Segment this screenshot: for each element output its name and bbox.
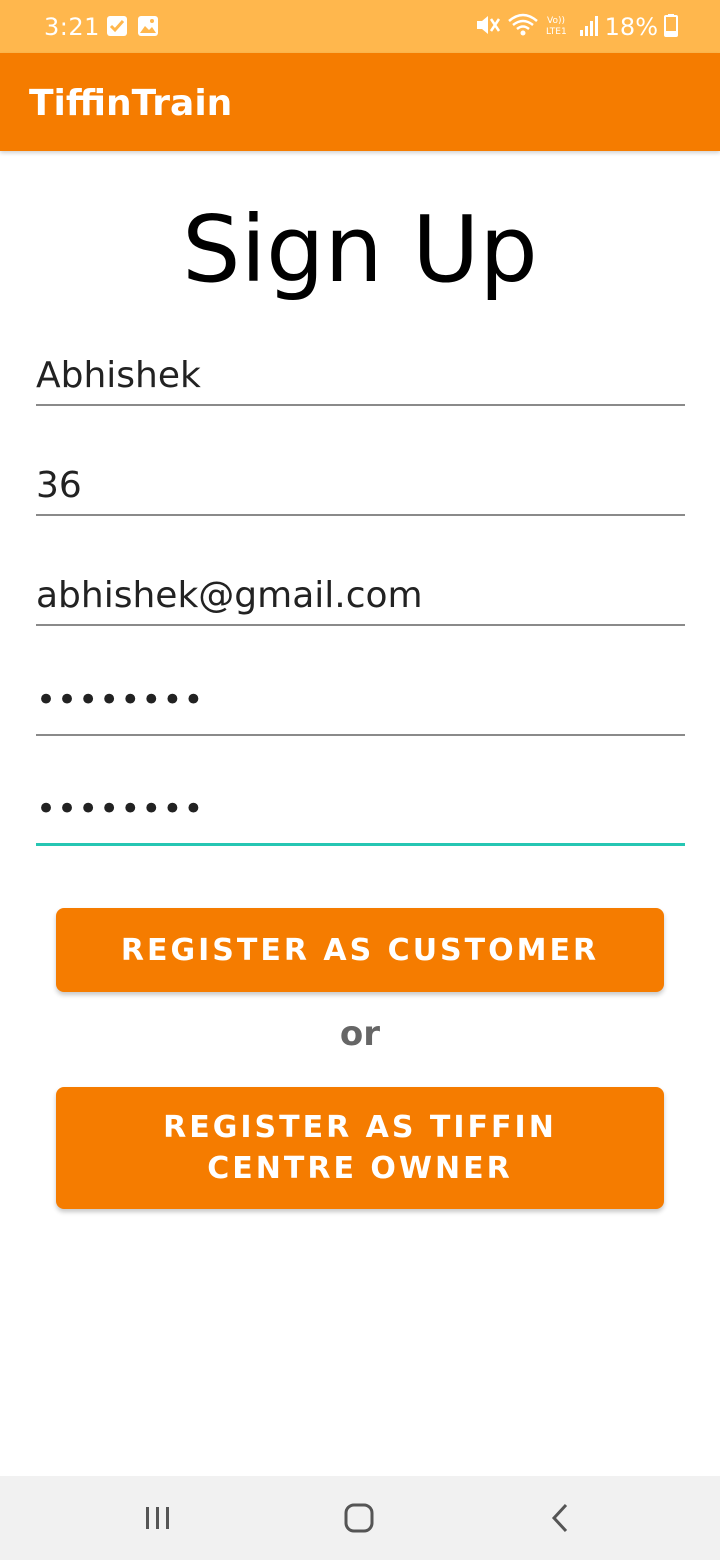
register-owner-label: REGISTER AS TIFFIN CENTRE OWNER xyxy=(163,1110,557,1186)
wifi-icon xyxy=(507,13,539,41)
confirm-password-field[interactable]: •••••••• xyxy=(36,776,685,846)
volte-lte-icon: Vo)) LTE1 xyxy=(545,13,573,41)
password-field[interactable]: •••••••• xyxy=(36,666,685,736)
age-field[interactable]: 36 xyxy=(36,446,685,516)
status-bar: 3:21 Vo)) LTE1 18% xyxy=(0,0,720,53)
page-title: Sign Up xyxy=(182,196,538,303)
battery-icon xyxy=(664,13,678,41)
back-icon[interactable] xyxy=(538,1496,582,1540)
mute-icon xyxy=(475,13,501,41)
or-separator: or xyxy=(339,1014,381,1054)
status-right-group: Vo)) LTE1 18% xyxy=(475,13,678,41)
app-bar: TiffinTrain xyxy=(0,53,720,151)
navigation-bar xyxy=(0,1476,720,1560)
email-field[interactable]: abhishek@gmail.com xyxy=(36,556,685,626)
register-customer-label: REGISTER AS CUSTOMER xyxy=(120,932,600,968)
password-field-value: •••••••• xyxy=(36,680,205,720)
battery-percent: 18% xyxy=(604,13,658,41)
svg-text:Vo)): Vo)) xyxy=(547,16,565,26)
image-notification-icon xyxy=(137,15,159,37)
screen: 3:21 Vo)) LTE1 18% TiffinTrain Sign Up A… xyxy=(0,0,720,1560)
email-field-value: abhishek@gmail.com xyxy=(36,575,423,616)
app-title: TiffinTrain xyxy=(29,83,233,124)
age-field-value: 36 xyxy=(36,465,82,506)
confirm-password-field-value: •••••••• xyxy=(36,789,205,829)
name-field-value: Abhishek xyxy=(36,355,201,396)
status-time: 3:21 xyxy=(44,13,100,41)
recent-apps-icon[interactable] xyxy=(136,1496,180,1540)
svg-text:LTE1: LTE1 xyxy=(546,27,567,37)
signal-icon xyxy=(579,13,599,41)
name-field[interactable]: Abhishek xyxy=(36,336,685,406)
home-icon[interactable] xyxy=(337,1496,381,1540)
checkbox-notification-icon xyxy=(106,15,128,37)
register-owner-button[interactable]: REGISTER AS TIFFIN CENTRE OWNER xyxy=(56,1087,664,1209)
register-customer-button[interactable]: REGISTER AS CUSTOMER xyxy=(56,908,664,992)
